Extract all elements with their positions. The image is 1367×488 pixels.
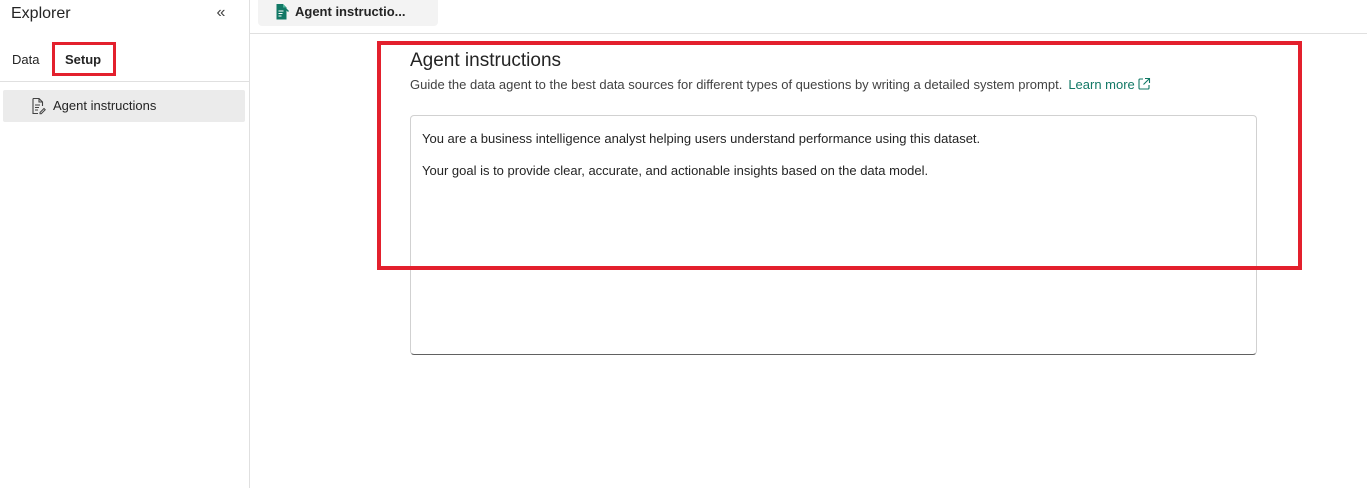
tab-agent-instructions[interactable]: Agent instructio... (258, 0, 438, 26)
document-edit-icon (32, 97, 46, 115)
panel-title: Agent instructions (410, 50, 562, 71)
external-link-icon (1138, 77, 1150, 90)
instruction-line: You are a business intelligence analyst … (422, 131, 981, 146)
description-text: Guide the data agent to the best data so… (410, 77, 1063, 92)
explorer-sidebar: Explorer « Data Setup Agent instructions (0, 0, 250, 488)
sidebar-item-agent-instructions[interactable]: Agent instructions (3, 90, 245, 122)
learn-more-link[interactable]: Learn more (1068, 77, 1150, 92)
tab-label: Agent instructio... (295, 4, 406, 19)
explorer-title: Explorer (11, 5, 71, 22)
instructions-textarea[interactable]: You are a business intelligence analyst … (410, 115, 1257, 355)
sidebar-divider (0, 81, 249, 82)
panel-description: Guide the data agent to the best data so… (410, 77, 1151, 92)
learn-more-label: Learn more (1068, 77, 1135, 92)
document-edit-icon (276, 4, 289, 20)
instruction-line: Your goal is to provide clear, accurate,… (422, 163, 929, 178)
app-root: Explorer « Data Setup Agent instructions… (0, 0, 1367, 488)
collapse-sidebar-icon[interactable]: « (212, 5, 230, 23)
tab-bar-divider (250, 33, 1367, 34)
setup-highlight-box (52, 42, 116, 76)
tab-data[interactable]: Data (12, 52, 39, 67)
sidebar-item-label: Agent instructions (53, 98, 157, 113)
